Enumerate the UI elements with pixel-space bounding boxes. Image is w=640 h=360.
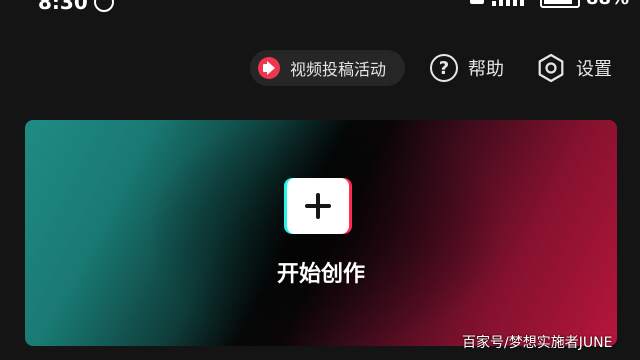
clock-icon	[94, 0, 114, 12]
top-action-bar: 视频投稿活动 ? 帮助 设置	[0, 46, 640, 92]
battery-percent: 88%	[586, 0, 629, 9]
help-button[interactable]: ? 帮助	[430, 50, 504, 86]
start-creating-label: 开始创作	[276, 262, 365, 287]
sim-icon	[470, 0, 484, 4]
video-campaign-label: 视频投稿活动	[290, 60, 387, 79]
start-creating-card[interactable]: 开始创作	[25, 120, 617, 346]
video-campaign-button[interactable]: 视频投稿活动	[250, 50, 405, 86]
question-circle-icon: ?	[430, 54, 458, 82]
watermark: 百家号/梦想实施者JUNE	[462, 335, 613, 351]
status-bar: 8:30 88%	[0, 0, 640, 14]
help-label: 帮助	[468, 59, 504, 80]
settings-button[interactable]: 设置	[536, 50, 612, 86]
status-time: 8:30	[38, 0, 88, 14]
create-plus-button[interactable]	[284, 178, 352, 234]
battery-icon	[540, 0, 580, 8]
megaphone-icon	[258, 57, 280, 79]
signal-icon	[492, 0, 526, 6]
settings-label: 设置	[576, 59, 612, 80]
plus-icon	[305, 193, 331, 219]
hexagon-gear-icon	[538, 53, 564, 83]
